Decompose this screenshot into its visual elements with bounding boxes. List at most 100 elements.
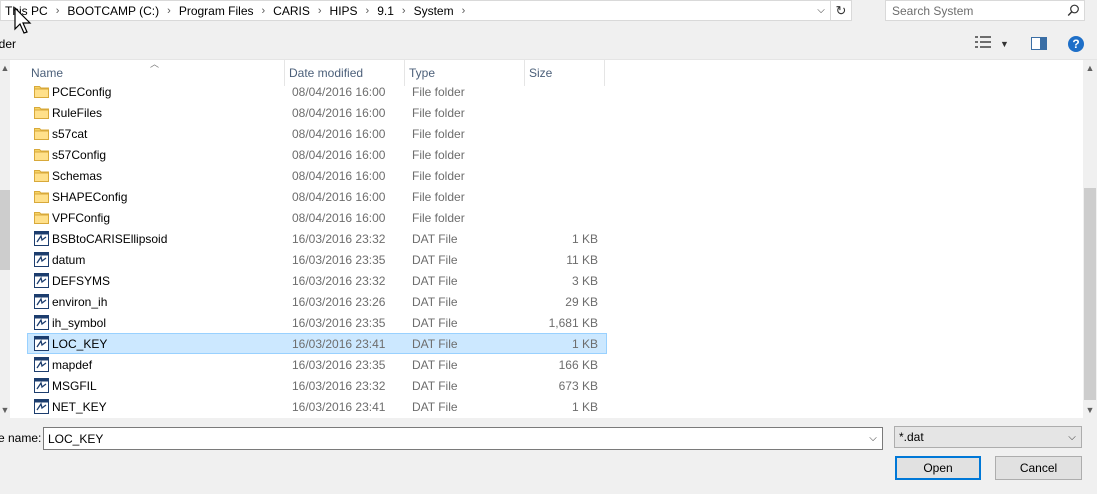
chevron-right-icon[interactable]: › xyxy=(314,5,326,17)
breadcrumb-item[interactable]: CARIS xyxy=(269,4,314,18)
scroll-up-arrow-icon[interactable]: ▲ xyxy=(1083,63,1097,73)
address-bar[interactable]: This PC › BOOTCAMP (C:) › Program Files › CARI… xyxy=(0,0,852,21)
file-type: DAT File xyxy=(412,357,458,372)
chevron-right-icon[interactable]: › xyxy=(163,5,175,17)
file-date: 08/04/2016 16:00 xyxy=(292,168,386,183)
search-box[interactable] xyxy=(885,0,1085,21)
chevron-down-icon[interactable]: ▼ xyxy=(1000,39,1009,49)
file-type: DAT File xyxy=(412,315,458,330)
file-size: 166 KB xyxy=(558,357,598,372)
file-row[interactable]: ih_symbol 16/03/2016 23:35 DAT File 1,681 K… xyxy=(27,312,607,333)
file-date: 16/03/2016 23:35 xyxy=(292,357,386,372)
preview-pane-icon[interactable] xyxy=(1031,37,1047,53)
search-input[interactable] xyxy=(886,2,1062,19)
file-date: 16/03/2016 23:35 xyxy=(292,315,386,330)
file-row[interactable]: s57cat 08/04/2016 16:00 File folder xyxy=(27,123,607,144)
scroll-thumb[interactable] xyxy=(1084,188,1096,400)
dat-file-icon xyxy=(32,336,50,352)
file-name-input[interactable] xyxy=(44,430,864,447)
file-row[interactable]: mapdef 16/03/2016 23:35 DAT File 166 KB xyxy=(27,354,607,375)
help-icon[interactable]: ? xyxy=(1068,36,1084,52)
dat-file-icon xyxy=(32,273,50,289)
file-type: DAT File xyxy=(412,252,458,267)
file-type: DAT File xyxy=(412,273,458,288)
breadcrumb-item[interactable]: HIPS xyxy=(326,4,362,18)
file-type-select[interactable]: *.dat ⌵ xyxy=(894,426,1082,448)
file-row[interactable]: SHAPEConfig 08/04/2016 16:00 File folder xyxy=(27,186,607,207)
file-row[interactable]: PCEConfig 08/04/2016 16:00 File folder xyxy=(27,81,607,102)
file-rows: PCEConfig 08/04/2016 16:00 File folder Rule… xyxy=(27,81,607,417)
file-date: 16/03/2016 23:32 xyxy=(292,378,386,393)
breadcrumb-item[interactable]: Program Files xyxy=(175,4,258,18)
file-name: Schemas xyxy=(52,168,103,183)
chevron-right-icon[interactable]: › xyxy=(458,5,470,17)
breadcrumb-item[interactable]: BOOTCAMP (C:) xyxy=(63,4,163,18)
scroll-thumb[interactable] xyxy=(0,190,10,270)
file-name-cell: MSGFIL xyxy=(28,378,286,394)
file-name: RuleFiles xyxy=(52,105,103,120)
file-row[interactable]: NET_KEY 16/03/2016 23:41 DAT File 1 KB xyxy=(27,396,607,417)
chevron-down-icon[interactable]: ⌵ xyxy=(1063,432,1081,443)
scroll-up-arrow-icon[interactable]: ▲ xyxy=(0,63,10,73)
file-name-cell: s57cat xyxy=(28,126,286,142)
file-size: 673 KB xyxy=(558,378,598,393)
file-size: 1,681 KB xyxy=(548,315,598,330)
chevron-right-icon[interactable]: › xyxy=(398,5,410,17)
dat-file-icon xyxy=(32,231,50,247)
file-row[interactable]: BSBtoCARISEllipsoid 16/03/2016 23:32 DAT F… xyxy=(27,228,607,249)
refresh-icon[interactable]: ↻ xyxy=(830,1,851,20)
chevron-right-icon[interactable]: › xyxy=(258,5,270,17)
file-name-cell: ih_symbol xyxy=(28,315,286,331)
column-date-label: Date modified xyxy=(289,66,364,80)
file-row[interactable]: DEFSYMS 16/03/2016 23:32 DAT File 3 KB xyxy=(27,270,607,291)
chevron-right-icon[interactable]: › xyxy=(52,5,64,17)
file-name-combobox[interactable]: ⌵ xyxy=(43,427,883,450)
file-name-cell: SHAPEConfig xyxy=(28,189,286,205)
file-name: DEFSYMS xyxy=(52,273,111,288)
file-row[interactable]: environ_ih 16/03/2016 23:26 DAT File 29 KB xyxy=(27,291,607,312)
folder-icon xyxy=(32,210,50,226)
view-options-button[interactable]: ▼ xyxy=(975,36,1009,51)
column-size-label: Size xyxy=(529,66,553,80)
file-type: File folder xyxy=(412,105,465,120)
search-icon[interactable] xyxy=(1062,4,1084,17)
file-name: LOC_KEY xyxy=(52,336,108,351)
file-name: environ_ih xyxy=(52,294,108,309)
new-folder-button[interactable]: lder xyxy=(0,37,16,51)
file-row[interactable]: VPFConfig 08/04/2016 16:00 File folder xyxy=(27,207,607,228)
file-name-cell: datum xyxy=(28,252,286,268)
address-history-chevron-down-icon[interactable]: ⌵ xyxy=(812,1,830,20)
scroll-down-arrow-icon[interactable]: ▼ xyxy=(1083,405,1097,415)
cancel-button[interactable]: Cancel xyxy=(995,456,1082,480)
file-size: 29 KB xyxy=(565,294,598,309)
folder-icon xyxy=(32,189,50,205)
dat-file-icon xyxy=(32,294,50,310)
chevron-down-icon[interactable]: ⌵ xyxy=(864,433,882,444)
file-name: NET_KEY xyxy=(52,399,107,414)
horizontal-scroll-left[interactable]: ▲ ▼ xyxy=(0,60,10,418)
breadcrumb-item[interactable]: System xyxy=(410,4,458,18)
dat-file-icon xyxy=(32,252,50,268)
file-list[interactable]: ▲ ▼ Name ︿ Date modified Type Size PCECo… xyxy=(0,59,1097,418)
file-row[interactable]: LOC_KEY 16/03/2016 23:41 DAT File 1 KB xyxy=(27,333,607,354)
file-row[interactable]: RuleFiles 08/04/2016 16:00 File folder xyxy=(27,102,607,123)
file-name: MSGFIL xyxy=(52,378,97,393)
file-row[interactable]: s57Config 08/04/2016 16:00 File folder xyxy=(27,144,607,165)
file-size: 1 KB xyxy=(571,399,598,414)
file-name: BSBtoCARISEllipsoid xyxy=(52,231,168,246)
scroll-down-arrow-icon[interactable]: ▼ xyxy=(0,405,10,415)
file-row[interactable]: MSGFIL 16/03/2016 23:32 DAT File 673 KB xyxy=(27,375,607,396)
file-row[interactable]: Schemas 08/04/2016 16:00 File folder xyxy=(27,165,607,186)
file-date: 08/04/2016 16:00 xyxy=(292,105,386,120)
open-button[interactable]: Open xyxy=(895,456,981,480)
breadcrumb-item[interactable]: 9.1 xyxy=(373,4,398,18)
file-name-cell: VPFConfig xyxy=(28,210,286,226)
file-date: 16/03/2016 23:35 xyxy=(292,252,386,267)
file-type: DAT File xyxy=(412,336,458,351)
file-size: 1 KB xyxy=(571,336,598,351)
file-row[interactable]: datum 16/03/2016 23:35 DAT File 11 KB xyxy=(27,249,607,270)
chevron-right-icon[interactable]: › xyxy=(362,5,374,17)
vertical-scrollbar[interactable]: ▲ ▼ xyxy=(1083,60,1097,418)
file-name: VPFConfig xyxy=(52,210,111,225)
mouse-cursor-icon xyxy=(14,6,34,38)
